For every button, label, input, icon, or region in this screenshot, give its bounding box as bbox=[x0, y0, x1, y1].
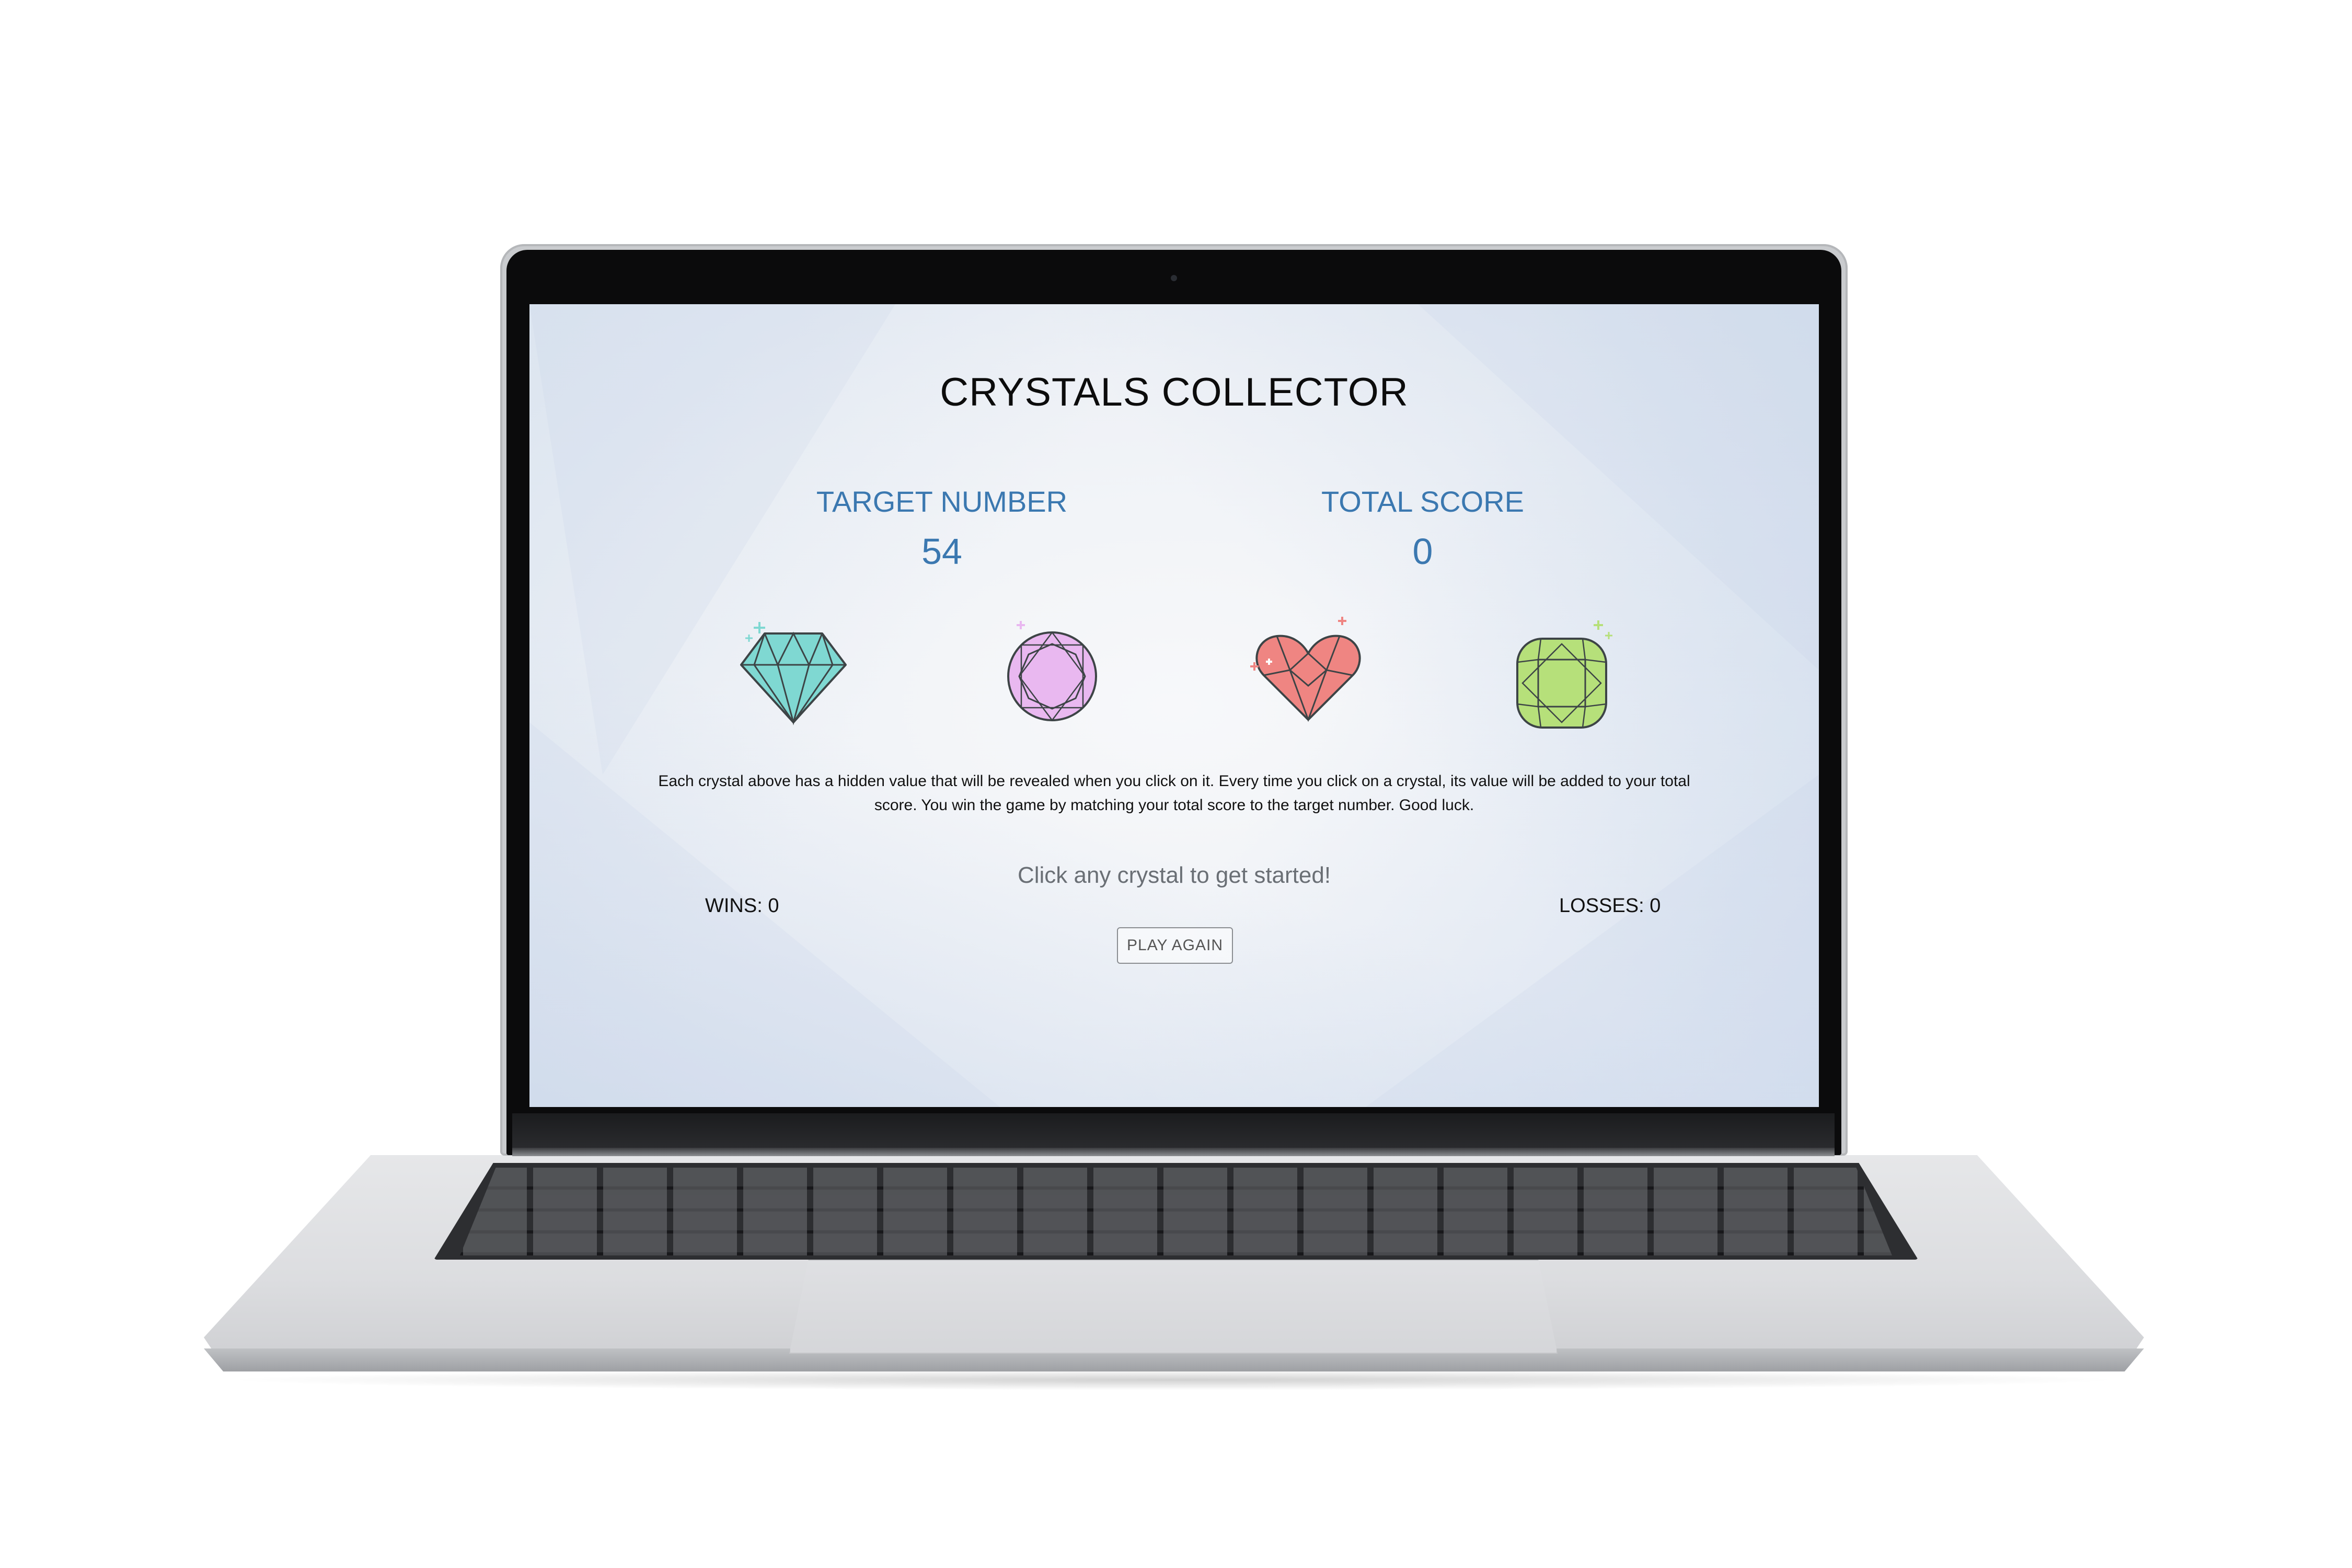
cushion-crystal-icon[interactable] bbox=[1509, 615, 1630, 735]
webcam-icon bbox=[1171, 275, 1177, 281]
status-message: Click any crystal to get started! bbox=[1017, 862, 1331, 888]
game-instructions: Each crystal above has a hidden value th… bbox=[658, 773, 1690, 814]
page-title: CRYSTALS COLLECTOR bbox=[940, 370, 1409, 414]
background-facet bbox=[1366, 775, 1819, 1107]
losses-counter: LOSSES: 0 bbox=[1559, 895, 1661, 917]
keyboard-keys bbox=[460, 1168, 1892, 1255]
round-crystal-icon[interactable] bbox=[997, 618, 1107, 728]
app-screen: CRYSTALS COLLECTOR TARGET NUMBER 54 TOTA… bbox=[529, 304, 1819, 1107]
wins-counter: WINS: 0 bbox=[705, 895, 779, 917]
laptop-hinge bbox=[512, 1148, 1835, 1156]
target-number-value: 54 bbox=[921, 531, 962, 572]
laptop-shadow bbox=[220, 1369, 2127, 1390]
target-number-label: TARGET NUMBER bbox=[816, 485, 1068, 518]
play-again-button[interactable]: PLAY AGAIN bbox=[1117, 927, 1233, 964]
trackpad bbox=[789, 1260, 1558, 1354]
total-score-value: 0 bbox=[1412, 531, 1433, 572]
screen-chin bbox=[512, 1113, 1835, 1151]
diamond-crystal-icon[interactable] bbox=[733, 618, 854, 728]
total-score-label: TOTAL SCORE bbox=[1321, 485, 1524, 518]
heart-crystal-icon[interactable] bbox=[1248, 613, 1368, 733]
